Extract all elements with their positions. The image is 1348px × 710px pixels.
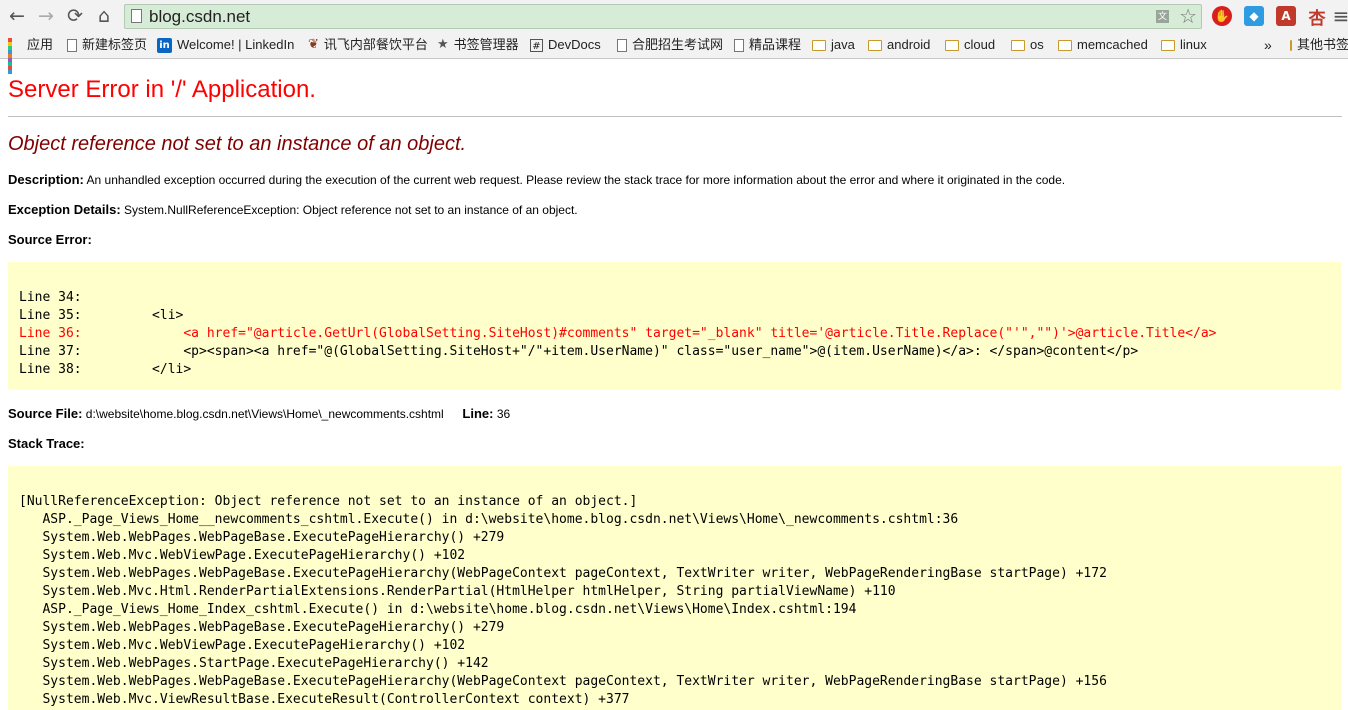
browser-chrome: ← → ⟳ ⌂ blog.csdn.net 文 ☆ ✋ ◆ A 杏 ≡ 应用 新… — [0, 0, 1348, 74]
sync-extension-icon[interactable]: ◆ — [1244, 6, 1264, 26]
line-number: 36 — [496, 407, 511, 421]
folder-icon — [812, 39, 826, 51]
stack-trace-code-box: [NullReferenceException: Object referenc… — [8, 466, 1341, 710]
translate-icon[interactable]: 文 — [1156, 10, 1169, 23]
reload-icon: ⟳ — [67, 4, 83, 27]
source-error-code: Line 34: Line 35: <li> Line 36: <a href="@… — [19, 289, 1216, 379]
bookmark-xunfei-food[interactable]: ❦ 讯飞内部餐饮平台 — [308, 36, 428, 54]
page-icon — [617, 38, 627, 52]
bookmark-new-tab[interactable]: 新建标签页 — [67, 36, 147, 54]
folder-icon — [1161, 39, 1175, 51]
stack-line: System.Web.WebPages.StartPage.ExecutePag… — [19, 656, 489, 671]
description-row: Description: An unhandled exception occu… — [8, 172, 1065, 187]
folder-icon — [868, 39, 882, 51]
stack-trace-heading: Stack Trace: — [8, 436, 85, 451]
bookmark-folder-linux[interactable]: linux — [1161, 36, 1207, 54]
source-line: Line 34: — [19, 290, 82, 305]
bookmark-folder-java[interactable]: java — [812, 36, 855, 54]
source-error-code-box: Line 34: Line 35: <li> Line 36: <a href="@… — [8, 262, 1341, 390]
bookmark-folder-os[interactable]: os — [1011, 36, 1044, 54]
folder-icon — [945, 39, 959, 51]
page-content: Server Error in '/' Application. Object … — [0, 59, 1348, 710]
source-line: Line 38: </li> — [19, 362, 192, 377]
error-message: Object reference not set to an instance … — [8, 133, 467, 155]
exception-details-text: System.NullReferenceException: Object re… — [124, 203, 578, 217]
stack-line: ASP._Page_Views_Home__newcomments_cshtml… — [19, 512, 959, 527]
home-button[interactable]: ⌂ — [92, 4, 116, 28]
stack-line: System.Web.Mvc.Html.RenderPartialExtensi… — [19, 584, 896, 599]
stack-line: System.Web.WebPages.WebPageBase.ExecuteP… — [19, 566, 1107, 581]
source-line: Line 35: <li> — [19, 308, 184, 323]
page-icon — [131, 9, 142, 23]
bookmark-folder-memcached[interactable]: memcached — [1058, 36, 1148, 54]
food-icon: ❦ — [308, 37, 319, 52]
bookmark-devdocs[interactable]: # DevDocs — [530, 36, 601, 54]
back-arrow-icon: ← — [9, 4, 25, 27]
exception-details-label: Exception Details: — [8, 202, 121, 217]
source-error-heading: Source Error: — [8, 232, 92, 247]
source-file-label: Source File: — [8, 406, 83, 421]
source-file-row: Source File: d:\website\home.blog.csdn.n… — [8, 406, 510, 421]
stack-line: System.Web.WebPages.WebPageBase.ExecuteP… — [19, 620, 505, 635]
source-line-error: Line 36: <a href="@article.GetUrl(Global… — [19, 326, 1217, 341]
stack-line: [NullReferenceException: Object referenc… — [19, 494, 638, 509]
star-icon: ★ — [437, 37, 449, 52]
source-line: Line 37: <p><span><a href="@(GlobalSetti… — [19, 344, 1139, 359]
stack-line: System.Web.Mvc.ViewResultBase.ExecuteRes… — [19, 692, 630, 707]
forward-button[interactable]: → — [34, 4, 58, 28]
divider — [8, 116, 1342, 117]
bookmark-hefei-exam[interactable]: 合肥招生考试网 — [617, 36, 723, 54]
bookmark-apps[interactable]: 应用 — [8, 36, 53, 74]
folder-icon — [1011, 39, 1025, 51]
exception-details-row: Exception Details: System.NullReferenceE… — [8, 202, 578, 217]
apps-icon — [8, 38, 22, 74]
bookmarks-bar: 应用 新建标签页 in Welcome! | LinkedIn ❦ 讯飞内部餐饮平台… — [0, 34, 1348, 74]
line-label: Line: — [462, 406, 494, 421]
page-icon — [734, 38, 744, 52]
home-icon: ⌂ — [97, 4, 111, 27]
forward-arrow-icon: → — [38, 4, 54, 27]
back-button[interactable]: ← — [5, 4, 29, 28]
linkedin-icon: in — [157, 37, 172, 53]
stack-line: System.Web.Mvc.WebViewPage.ExecutePageHi… — [19, 638, 466, 653]
bookmark-manager[interactable]: ★ 书签管理器 — [437, 36, 519, 54]
stack-line: System.Web.WebPages.WebPageBase.ExecuteP… — [19, 674, 1107, 689]
browser-toolbar: ← → ⟳ ⌂ blog.csdn.net 文 ☆ ✋ ◆ A 杏 ≡ — [0, 0, 1348, 33]
source-file-path: d:\website\home.blog.csdn.net\Views\Home… — [85, 407, 444, 421]
stack-line: System.Web.Mvc.WebViewPage.ExecutePageHi… — [19, 548, 466, 563]
folder-icon — [1290, 39, 1292, 51]
a-extension-icon[interactable]: A — [1276, 6, 1296, 26]
page-title: Server Error in '/' Application. — [8, 76, 316, 103]
stack-trace-code: [NullReferenceException: Object referenc… — [19, 493, 1107, 709]
bookmark-folder-cloud[interactable]: cloud — [945, 36, 995, 54]
reload-button[interactable]: ⟳ — [63, 4, 87, 28]
bookmarks-overflow-chevron-icon[interactable]: » — [1264, 36, 1272, 54]
hash-icon: # — [530, 38, 543, 52]
bookmark-courses[interactable]: 精品课程 — [734, 36, 801, 54]
address-bar[interactable]: blog.csdn.net 文 ☆ — [124, 4, 1202, 29]
bookmark-star-icon[interactable]: ☆ — [1179, 5, 1197, 28]
bookmark-folder-android[interactable]: android — [868, 36, 930, 54]
adblock-extension-icon[interactable]: ✋ — [1212, 6, 1232, 26]
address-url[interactable]: blog.csdn.net — [149, 7, 250, 27]
page-icon — [67, 38, 77, 52]
menu-button[interactable]: ≡ — [1332, 4, 1348, 28]
description-label: Description: — [8, 172, 84, 187]
xing-extension-icon[interactable]: 杏 — [1307, 6, 1327, 29]
stack-line: System.Web.WebPages.WebPageBase.ExecuteP… — [19, 530, 505, 545]
bookmark-linkedin[interactable]: in Welcome! | LinkedIn — [157, 36, 294, 54]
menu-icon: ≡ — [1332, 4, 1348, 28]
stack-line: ASP._Page_Views_Home_Index_cshtml.Execut… — [19, 602, 857, 617]
description-text: An unhandled exception occurred during t… — [86, 173, 1066, 187]
other-bookmarks-folder[interactable]: 其他书签 — [1290, 36, 1348, 54]
folder-icon — [1058, 39, 1072, 51]
